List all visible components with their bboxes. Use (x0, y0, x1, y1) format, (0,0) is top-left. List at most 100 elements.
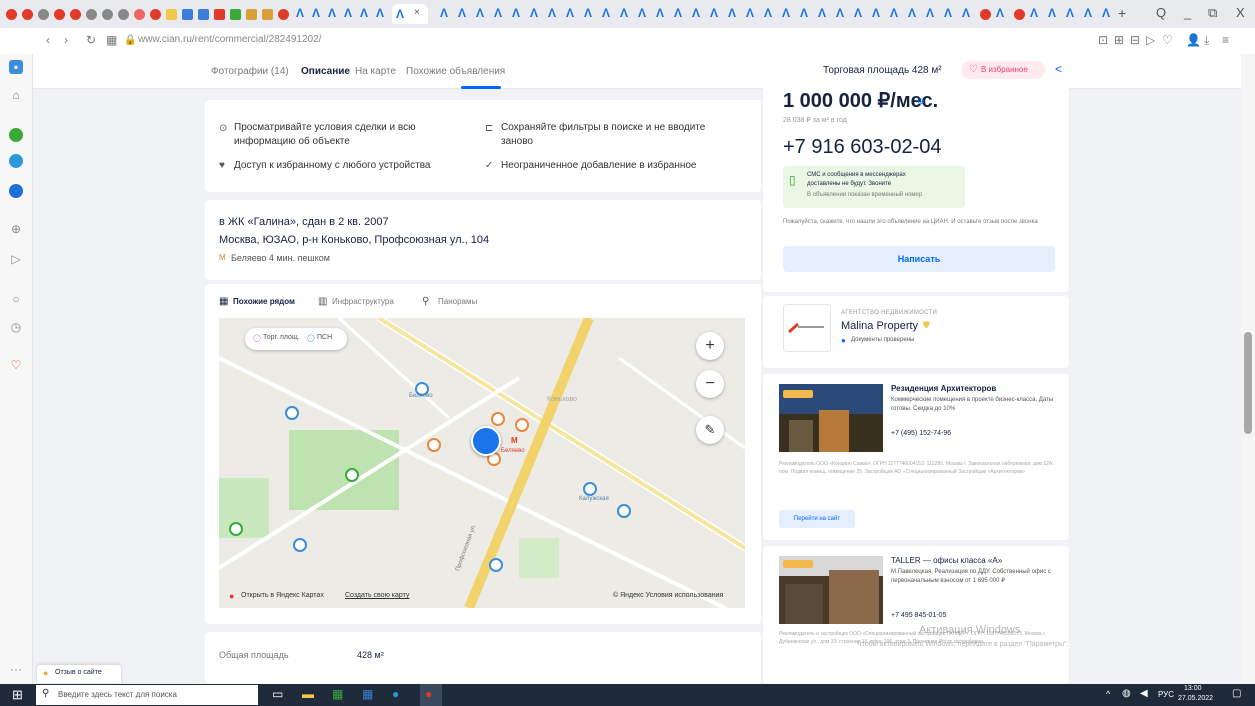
metro-info[interactable]: Беляево 4 мин. пешком (231, 253, 330, 263)
scrollbar-thumb[interactable] (1244, 332, 1252, 434)
map-poi[interactable] (229, 522, 243, 536)
tab-favicon[interactable]: Λ (548, 7, 559, 20)
location-marker[interactable] (471, 426, 501, 456)
filter-psn[interactable]: ПСН (317, 334, 332, 341)
active-tab[interactable]: Λ × (392, 4, 428, 24)
tab-favicon[interactable]: Λ (1084, 7, 1095, 20)
speed-dial-icon[interactable]: ▦ (106, 33, 117, 47)
tab-favicon[interactable] (70, 9, 81, 20)
tab-favicon[interactable] (86, 9, 97, 20)
tab-favicon[interactable]: Λ (602, 7, 613, 20)
download-icon[interactable]: ⤓ (1204, 33, 1209, 48)
network-icon[interactable]: ◍ (1122, 688, 1131, 699)
taskbar-search[interactable]: ⚲ Введите здесь текст для поиска (36, 685, 258, 705)
map-poi[interactable] (617, 504, 631, 518)
opera-taskbar-item[interactable]: ● (420, 684, 442, 706)
tab-favicon[interactable]: Λ (674, 7, 685, 20)
ad-phone[interactable]: +7 (495) 152-74-96 (891, 430, 951, 437)
tray-chevron-icon[interactable]: ^ (1106, 689, 1110, 699)
edge-icon[interactable]: ● (392, 687, 399, 701)
zoom-in-button[interactable]: + (696, 332, 724, 360)
back-icon[interactable]: ‹ (46, 33, 50, 47)
new-tab-icon[interactable]: + (1118, 5, 1126, 21)
write-button[interactable]: Написать (783, 246, 1055, 272)
tab-favicon[interactable]: Λ (584, 7, 595, 20)
snapshot-icon[interactable]: ⊡ (1098, 33, 1108, 47)
tab-favicon[interactable]: Λ (926, 7, 937, 20)
forward-icon[interactable]: › (64, 33, 68, 47)
reload-icon[interactable]: ↻ (86, 33, 96, 47)
speed-dial-sidebar-icon[interactable]: ▪ (9, 60, 23, 74)
tab-favicon[interactable] (246, 9, 257, 20)
heart-icon[interactable]: ♡ (1162, 33, 1173, 47)
tab-favicon[interactable]: Λ (1066, 7, 1077, 20)
agency-logo[interactable] (783, 304, 831, 352)
tab-favicon[interactable]: Λ (818, 7, 829, 20)
tab-favicon[interactable]: Λ (1048, 7, 1059, 20)
tab-favicon[interactable] (262, 9, 273, 20)
clock-date[interactable]: 27.05.2022 (1178, 695, 1213, 702)
tab-similar[interactable]: Похожие объявления (406, 66, 505, 77)
map-poi[interactable] (515, 418, 529, 432)
player-icon[interactable]: ▷ (1146, 33, 1155, 47)
map-poi[interactable] (489, 558, 503, 572)
tab-favicon[interactable]: Λ (962, 7, 973, 20)
tab-favicon[interactable]: Λ (512, 7, 523, 20)
map-tab-panorama[interactable]: Панорамы (438, 297, 477, 306)
map-tab-infrastructure[interactable]: Инфраструктура (332, 297, 394, 306)
task-view-icon[interactable]: ▭ (272, 687, 283, 701)
tab-favicon[interactable]: Λ (836, 7, 847, 20)
tab-favicon[interactable]: Λ (312, 7, 323, 20)
history-icon[interactable]: ○ (9, 292, 23, 306)
tab-favicon[interactable]: Λ (800, 7, 811, 20)
open-in-yandex-link[interactable]: Открыть в Яндекс Картах (241, 592, 324, 599)
map-poi[interactable] (285, 406, 299, 420)
tab-favicon[interactable]: Λ (890, 7, 901, 20)
ad-image[interactable] (779, 384, 883, 452)
map-filter-pill[interactable]: ◯ Торг. площ. ◯ ПСН (245, 328, 347, 350)
tab-favicon[interactable]: Λ (494, 7, 505, 20)
street-address[interactable]: Москва, ЮЗАО, р-н Коньково, Профсоюзная … (219, 234, 489, 246)
tab-favicon[interactable]: Λ (692, 7, 703, 20)
tab-favicon[interactable]: Λ (476, 7, 487, 20)
agency-name[interactable]: Malina Property (841, 320, 918, 332)
tab-favicon[interactable]: Λ (440, 7, 451, 20)
tab-favicon[interactable] (198, 9, 209, 20)
menu-icon[interactable]: ≡ (1222, 33, 1229, 47)
home-icon[interactable]: ⌂ (9, 88, 23, 102)
zoom-out-button[interactable]: − (696, 370, 724, 398)
tab-favicon[interactable] (118, 9, 129, 20)
tab-favicon[interactable]: Λ (854, 7, 865, 20)
volume-icon[interactable]: ◀ (1140, 688, 1148, 699)
opera-logo-icon[interactable] (6, 9, 17, 20)
tab-favicon[interactable] (134, 9, 145, 20)
tab-close-icon[interactable]: × (414, 7, 420, 18)
tab-favicon[interactable]: Λ (728, 7, 739, 20)
language-indicator[interactable]: РУС (1158, 690, 1174, 699)
whatsapp-icon[interactable] (9, 128, 23, 142)
file-explorer-icon[interactable]: ▬ (302, 687, 314, 701)
tab-favicon[interactable]: Λ (344, 7, 355, 20)
create-map-link[interactable]: Создать свою карту (345, 592, 409, 599)
tab-favicon[interactable]: Λ (566, 7, 577, 20)
tab-favicon[interactable]: Λ (638, 7, 649, 20)
extensions-sidebar-icon[interactable]: ⊕ (9, 222, 23, 236)
tab-favicon[interactable]: Λ (746, 7, 757, 20)
phone-number[interactable]: +7 916 603-02-04 (783, 136, 941, 159)
tab-favicon[interactable]: Λ (996, 7, 1007, 20)
tab-favicon[interactable]: Λ (908, 7, 919, 20)
tab-favicon[interactable]: Λ (620, 7, 631, 20)
tab-favicon[interactable] (214, 9, 225, 20)
ad-image[interactable] (779, 556, 883, 624)
url-field[interactable]: www.cian.ru/rent/commercial/282491202/ (138, 34, 321, 45)
tab-description[interactable]: Описание (301, 66, 350, 77)
tab-favicon[interactable] (22, 9, 33, 20)
extensions-icon[interactable]: ⊞ (1114, 33, 1124, 47)
tab-favicon[interactable] (54, 9, 65, 20)
tab-favicon[interactable]: Λ (1030, 7, 1041, 20)
tab-favicon[interactable] (980, 9, 991, 20)
messenger-icon[interactable] (9, 184, 23, 198)
tab-favicon[interactable] (150, 9, 161, 20)
notifications-icon[interactable]: ▢ (1232, 688, 1241, 699)
pin-icon[interactable]: ♡ (9, 358, 23, 372)
